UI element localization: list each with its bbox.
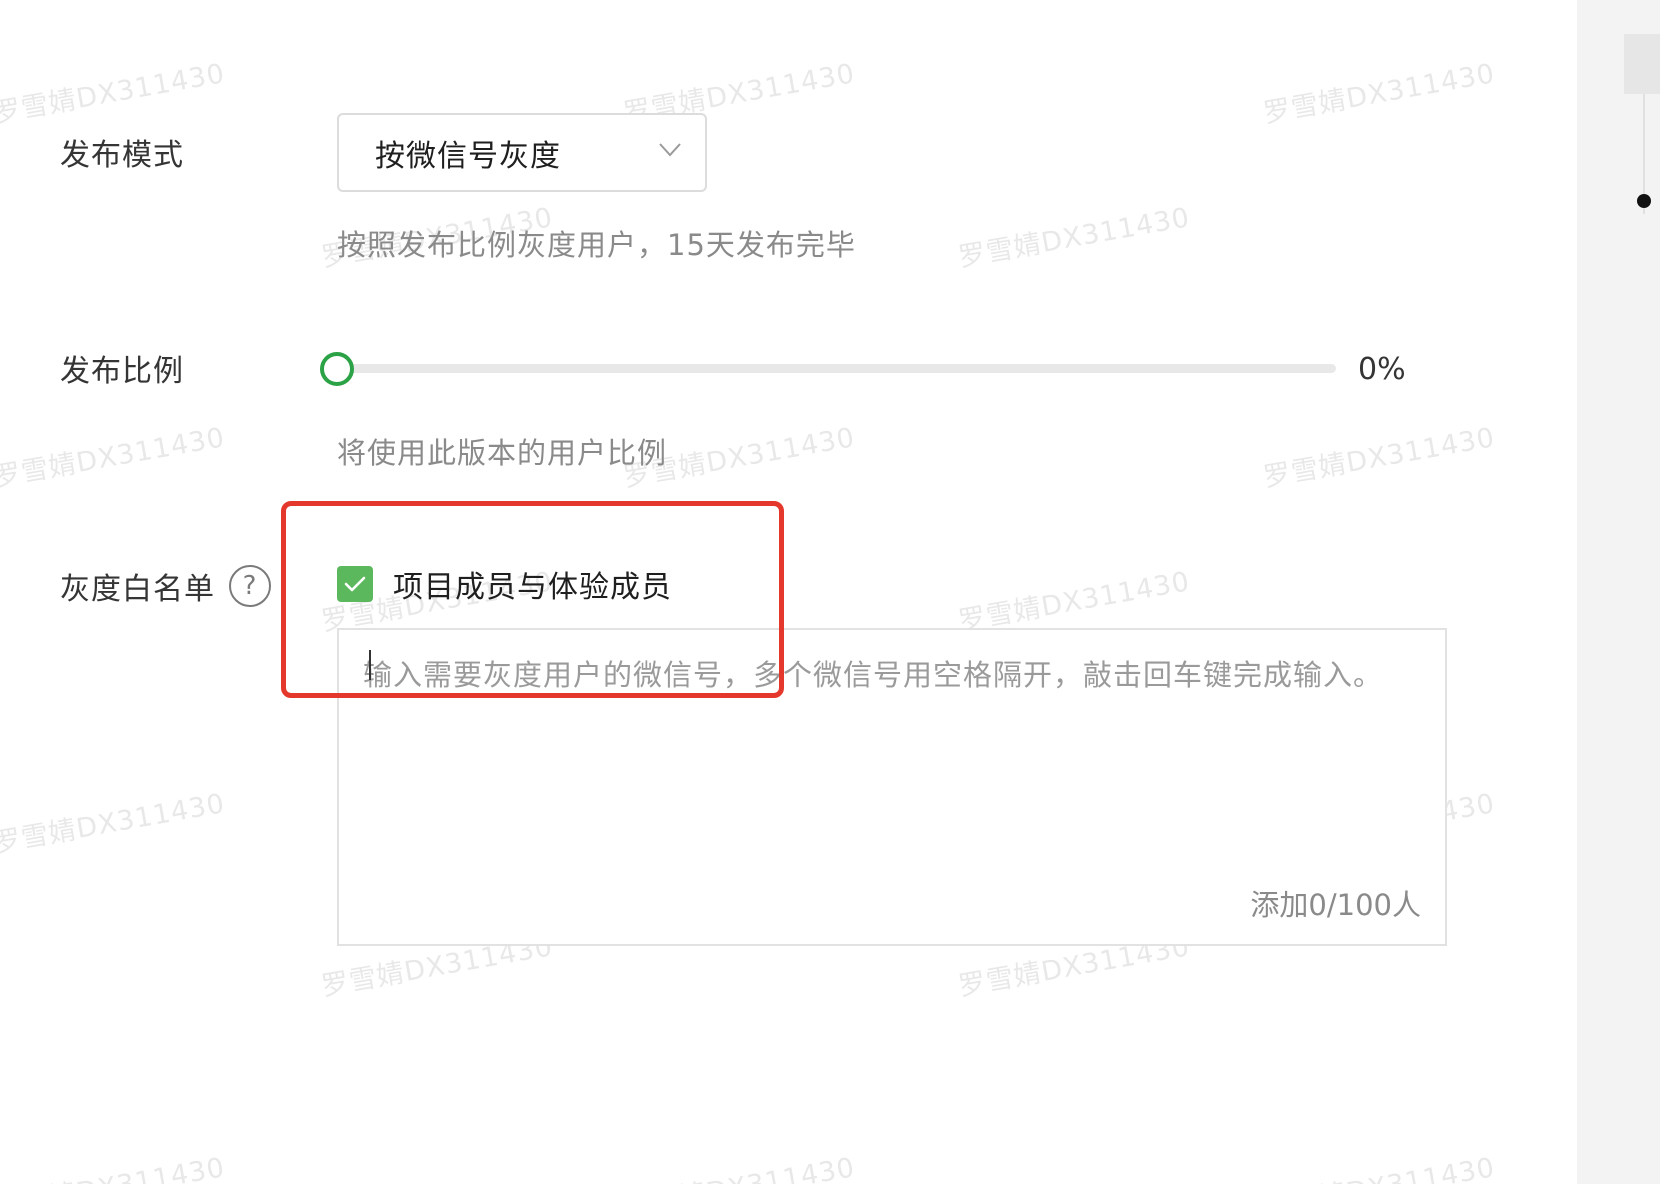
text-cursor	[369, 650, 371, 680]
whitelist-textarea-placeholder: 输入需要灰度用户的微信号，多个微信号用空格隔开，敲击回车键完成输入。	[363, 658, 1384, 692]
watermark-text: 罗雪婧DX311430	[1261, 58, 1498, 130]
watermark-text: 罗雪婧DX311430	[0, 422, 228, 494]
watermark-text: 罗雪婧DX311430	[0, 58, 228, 130]
watermark-text: 罗雪婧DX311430	[1261, 422, 1498, 494]
watermark-text: 罗雪婧DX311430	[956, 566, 1193, 638]
gray-whitelist-label: 灰度白名单	[60, 572, 215, 607]
publish-mode-select[interactable]: 按微信号灰度	[337, 113, 707, 192]
side-panel	[1577, 0, 1660, 1184]
slider-track[interactable]	[336, 364, 1336, 373]
slider-handle[interactable]	[320, 352, 354, 386]
watermark-text: 罗雪婧DX311430	[956, 202, 1193, 274]
checkbox-checked-icon[interactable]	[337, 566, 373, 602]
chevron-down-icon	[659, 143, 681, 157]
watermark-text: 罗雪婧DX311430	[620, 1145, 858, 1184]
watermark-text: 罗雪婧DX311430	[0, 1145, 228, 1184]
member-checkbox[interactable]: 项目成员与体验成员	[337, 562, 672, 606]
gray-whitelist-label-row: 灰度白名单 ?	[60, 564, 271, 608]
page: 罗雪婧DX311430 罗雪婧DX311430 罗雪婧DX311430 罗雪婧DX31…	[0, 0, 1660, 1184]
publish-ratio-value: 0%	[1358, 352, 1406, 387]
watermark-text: 罗雪婧DX311430	[0, 788, 228, 860]
publish-mode-hint: 按照发布比例灰度用户，15天发布完毕	[337, 228, 856, 262]
publish-mode-selected-value: 按微信号灰度	[375, 138, 561, 174]
side-tab[interactable]	[1624, 34, 1660, 94]
publish-ratio-label: 发布比例	[60, 354, 184, 389]
checkmark-icon	[344, 576, 366, 592]
publish-ratio-slider[interactable]	[320, 350, 1338, 386]
publish-ratio-hint: 将使用此版本的用户比例	[337, 436, 668, 470]
whitelist-counter: 添加0/100人	[1250, 888, 1421, 922]
watermark-text: 罗雪婧DX311430	[1260, 1145, 1498, 1184]
publish-mode-label: 发布模式	[60, 138, 184, 173]
member-checkbox-label: 项目成员与体验成员	[393, 570, 672, 605]
help-icon[interactable]: ?	[229, 565, 271, 607]
timeline-dot-icon	[1637, 194, 1651, 208]
whitelist-textarea[interactable]: 输入需要灰度用户的微信号，多个微信号用空格隔开，敲击回车键完成输入。 添加0/1…	[337, 628, 1447, 946]
